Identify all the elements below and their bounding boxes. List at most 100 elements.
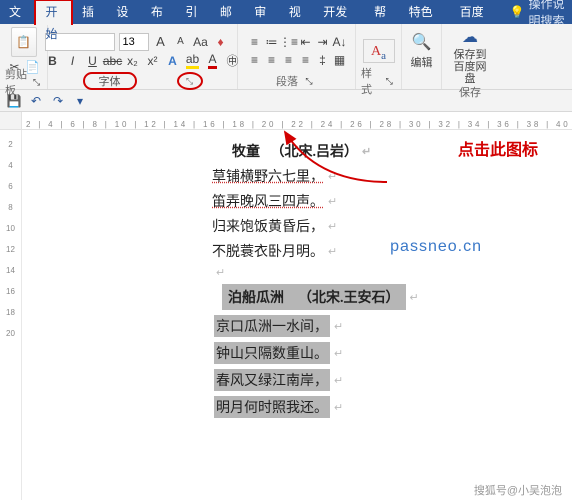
- superscript-button[interactable]: x²: [145, 53, 161, 69]
- italic-button[interactable]: I: [65, 53, 81, 69]
- clipboard-launcher-icon[interactable]: ⤡: [31, 74, 42, 90]
- tab-design[interactable]: 设计: [107, 0, 141, 24]
- font-dialog-launcher[interactable]: ⤡: [177, 72, 203, 90]
- document-body: 牧童 （北宋.吕岩） ↵ 草铺横野六七里，↵ 笛弄晚风三四声。↵ 归来饱饭黄昏后…: [82, 141, 512, 418]
- shading-button[interactable]: ▦: [332, 52, 348, 68]
- poem1-line-3: 归来饱饭黄昏后，↵: [212, 216, 512, 236]
- increase-indent-button[interactable]: ⇥: [315, 34, 331, 50]
- line-spacing-button[interactable]: ‡: [315, 52, 331, 68]
- poem2-line-2: 钟山只隔数重山。↵: [214, 342, 512, 364]
- quick-access-toolbar: 💾 ↶ ↷ ▾: [0, 90, 572, 112]
- vertical-ruler[interactable]: 2 4 6 8 10 12 14 16 18 20: [0, 130, 22, 500]
- group-editing: 🔍 编辑: [402, 24, 442, 89]
- annotation-callout: 点击此图标: [458, 136, 538, 160]
- align-center-button[interactable]: ≡: [264, 52, 280, 68]
- tab-home[interactable]: 开始: [34, 0, 72, 25]
- workspace: 2 4 6 8 10 12 14 16 18 20 点击此图标 牧童 （北宋.吕…: [0, 130, 572, 500]
- font-group-label: 字体: [83, 72, 137, 90]
- change-case-button[interactable]: Aa: [193, 34, 209, 50]
- group-clipboard: 📋 ✂ 📄 剪贴板 ⤡: [0, 24, 48, 89]
- bold-button[interactable]: B: [45, 53, 61, 69]
- tab-baidu[interactable]: 百度网盘: [451, 0, 502, 24]
- styles-gallery[interactable]: Aa: [363, 39, 395, 63]
- qat-customize-button[interactable]: ▾: [72, 93, 88, 109]
- watermark-text: passneo.cn: [390, 238, 482, 256]
- underline-button[interactable]: U: [85, 53, 101, 69]
- text-effects-button[interactable]: A: [165, 53, 181, 69]
- tab-review[interactable]: 审阅: [245, 0, 279, 24]
- poem1-line-2: 笛弄晚风三四声。↵: [212, 191, 512, 211]
- paragraph-launcher-icon[interactable]: ⤡: [301, 73, 317, 89]
- poem1-title-a: 牧童: [232, 141, 260, 161]
- paragraph-label-text: 段落: [276, 73, 298, 89]
- ruler-bar: 2 | 4 | 6 | 8 | 10 | 12 | 14 | 16 | 18 |…: [0, 112, 572, 130]
- redo-icon: ↷: [53, 94, 63, 108]
- horizontal-ruler[interactable]: 2 | 4 | 6 | 8 | 10 | 12 | 14 | 16 | 18 |…: [22, 112, 572, 129]
- styles-launcher-icon[interactable]: ⤡: [383, 73, 396, 89]
- sort-button[interactable]: A↓: [332, 34, 348, 50]
- launcher-icon: ⤡: [186, 76, 193, 87]
- poem2-line-4: 明月何时照我还。↵: [214, 396, 512, 418]
- font-size-input[interactable]: [119, 33, 149, 51]
- poem1-line-1: 草铺横野六七里，↵: [212, 166, 512, 186]
- cloud-save-icon: ☁: [462, 27, 478, 47]
- shrink-font-button[interactable]: A: [173, 34, 189, 50]
- tab-references[interactable]: 引用: [176, 0, 210, 24]
- poem2-title: 泊船瓜洲 （北宋.王安石） ↵: [222, 284, 512, 310]
- subscript-button[interactable]: x₂: [125, 53, 141, 69]
- group-save: ☁ 保存到百度网盘 保存: [442, 24, 498, 89]
- clear-format-button[interactable]: ♦: [213, 34, 229, 50]
- poem2-title-a: 泊船瓜洲: [228, 291, 284, 306]
- font-color-icon: A: [208, 52, 216, 69]
- highlight-button[interactable]: ab: [185, 53, 201, 69]
- group-styles-label: 样式 ⤡: [361, 74, 396, 88]
- undo-icon: ↶: [31, 94, 41, 108]
- tab-help[interactable]: 帮助: [365, 0, 399, 24]
- tab-layout[interactable]: 布局: [142, 0, 176, 24]
- poem2-line-1: 京口瓜洲一水间，↵: [214, 315, 512, 337]
- align-right-button[interactable]: ≡: [281, 52, 297, 68]
- poem2-line-3: 春风又绿江南岸，↵: [214, 369, 512, 391]
- tab-file[interactable]: 文件: [0, 0, 34, 24]
- tab-view[interactable]: 视图: [280, 0, 314, 24]
- poem1-title-b: （北宋.吕岩）: [271, 141, 359, 161]
- tab-mailings[interactable]: 邮件: [211, 0, 245, 24]
- find-icon: 🔍: [412, 32, 432, 52]
- circle-char-icon: ㊥: [226, 52, 238, 69]
- qat-redo-button[interactable]: ↷: [50, 93, 66, 109]
- font-color-button[interactable]: A: [205, 53, 221, 69]
- highlight-icon: ab: [186, 52, 199, 69]
- document-page[interactable]: 点击此图标 牧童 （北宋.吕岩） ↵ 草铺横野六七里，↵ 笛弄晚风三四声。↵ 归…: [22, 130, 572, 500]
- strike-button[interactable]: abc: [105, 53, 121, 69]
- find-button[interactable]: 🔍 编辑: [408, 32, 436, 70]
- chevron-down-icon: ▾: [77, 94, 83, 108]
- group-font: A A Aa ♦ B I U abc x₂ x² A ab A ㊥ 字体 ⤡: [48, 24, 238, 89]
- editing-label-text: 编辑: [411, 54, 433, 70]
- justify-button[interactable]: ≡: [298, 52, 314, 68]
- group-font-label-row: 字体 ⤡: [83, 74, 203, 88]
- empty-para: ↵: [212, 266, 512, 279]
- grow-font-button[interactable]: A: [153, 34, 169, 50]
- multilevel-button[interactable]: ⋮≡: [281, 34, 297, 50]
- para-mark-icon: ↵: [362, 145, 371, 158]
- group-save-label: 保存: [459, 85, 481, 99]
- image-credit: 搜狐号@小吴泡泡: [470, 481, 566, 499]
- bullets-button[interactable]: ≡: [247, 34, 263, 50]
- save-baidu-button[interactable]: ☁ 保存到百度网盘: [447, 27, 493, 85]
- selection-block: 泊船瓜洲 （北宋.王安石） ↵ 京口瓜洲一水间，↵ 钟山只隔数重山。↵ 春风又绿…: [192, 284, 512, 418]
- numbering-button[interactable]: ≔: [264, 34, 280, 50]
- tab-special[interactable]: 特色功能: [400, 0, 451, 24]
- group-paragraph: ≡ ≔ ⋮≡ ⇤ ⇥ A↓ ≡ ≡ ≡ ≡ ‡ ▦ 段落 ⤡: [238, 24, 356, 89]
- ruler-corner: [0, 112, 22, 129]
- align-left-button[interactable]: ≡: [247, 52, 263, 68]
- clipboard-label-text: 剪贴板: [5, 66, 28, 98]
- poem2-title-b: （北宋.王安石）: [298, 291, 400, 306]
- paste-button[interactable]: 📋: [11, 27, 37, 57]
- tab-developer[interactable]: 开发工具: [314, 0, 365, 24]
- group-paragraph-label: 段落 ⤡: [276, 74, 317, 88]
- decrease-indent-button[interactable]: ⇤: [298, 34, 314, 50]
- qat-undo-button[interactable]: ↶: [28, 93, 44, 109]
- tab-insert[interactable]: 插入: [73, 0, 107, 24]
- styles-label-text: 样式: [361, 65, 380, 97]
- save-baidu-label: 保存到百度网盘: [450, 49, 490, 85]
